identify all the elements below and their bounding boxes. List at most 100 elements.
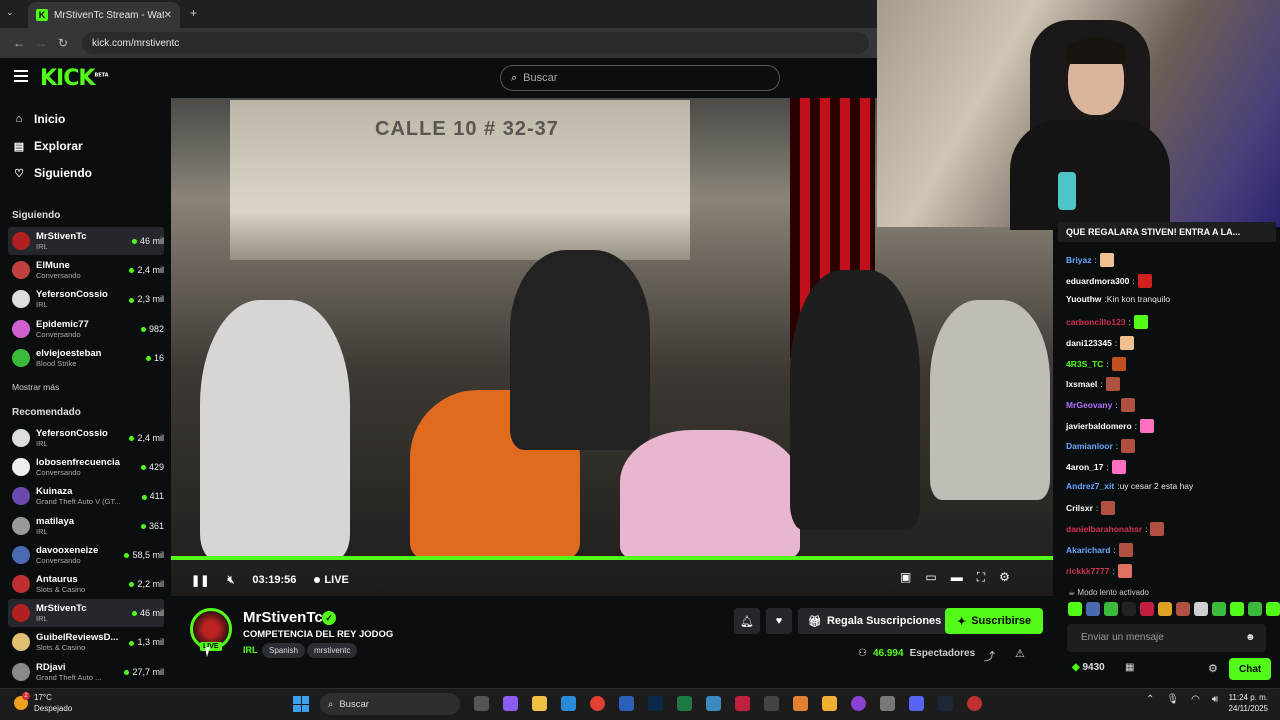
channel-item[interactable]: MrStivenTc IRL 46 mil <box>8 227 164 255</box>
gift-subs-button[interactable]: 🎁︎ Regala Suscripciones <box>798 608 952 634</box>
emoji-icon[interactable]: ☻ <box>1245 632 1256 643</box>
wifi-icon[interactable]: ◠ <box>1191 694 1200 705</box>
app-icon[interactable] <box>851 696 866 711</box>
windows-start-icon[interactable] <box>293 696 309 712</box>
app-icon[interactable] <box>735 696 750 711</box>
tab-list-icon[interactable]: ⌄ <box>6 7 14 18</box>
browser-tab[interactable]: K MrStivenTc Stream - Watch ✕ <box>28 2 180 28</box>
emote-icon[interactable] <box>1212 602 1226 616</box>
chat-username[interactable]: MrGeovany <box>1066 400 1112 410</box>
back-icon[interactable]: ← <box>8 36 30 50</box>
nav-explorar[interactable]: ▤ Explorar <box>12 139 83 153</box>
emote-icon[interactable] <box>1194 602 1208 616</box>
chat-username[interactable]: lxsmael <box>1066 379 1097 389</box>
search-input[interactable]: ⌕ Buscar <box>500 65 780 91</box>
store-app-icon[interactable] <box>764 696 779 711</box>
chat-username[interactable]: Andrez7_xit <box>1066 481 1114 491</box>
channel-item[interactable]: Kuinaza Grand Theft Auto V (GT... 411 <box>8 482 164 510</box>
nav-siguiendo[interactable]: ♡ Siguiendo <box>12 166 92 180</box>
store-icon[interactable]: ▦ <box>1125 662 1134 673</box>
chat-username[interactable]: Damianloor <box>1066 441 1113 451</box>
channel-item[interactable]: matilaya IRL 361 <box>8 512 164 540</box>
nav-inicio[interactable]: ⌂ Inicio <box>12 112 66 126</box>
tag-channel[interactable]: mrstiventc <box>307 643 358 658</box>
pause-icon[interactable]: ❚❚ <box>191 574 209 587</box>
taskbar-search[interactable]: ⌕ Buscar <box>320 693 460 715</box>
chat-username[interactable]: danielbarahonahsr <box>1066 524 1142 534</box>
notification-bell-icon[interactable]: 🔔︎ <box>734 608 760 634</box>
emote-icon[interactable] <box>1176 602 1190 616</box>
tag-language[interactable]: Spanish <box>262 643 305 658</box>
chevron-up-icon[interactable]: ⌃ <box>1146 694 1154 705</box>
channel-item[interactable]: RDjavi Grand Theft Auto ... 27,7 mil <box>8 658 164 686</box>
subscribe-button[interactable]: ✦ Suscribirse <box>945 608 1044 634</box>
channel-item[interactable]: YefersonCossio IRL 2,4 mil <box>8 424 164 452</box>
channel-item[interactable]: davooxeneize Conversando 58,5 mil <box>8 541 164 569</box>
new-tab-icon[interactable]: + <box>190 6 197 20</box>
emote-icon[interactable] <box>1158 602 1172 616</box>
show-more-link[interactable]: Mostrar más <box>12 382 59 392</box>
video-progress-bar[interactable] <box>171 556 1053 560</box>
clip-icon[interactable]: ▭ <box>925 570 936 585</box>
pinned-message[interactable]: QUE REGALARA STIVEN! ENTRA A LA... <box>1058 222 1276 242</box>
app-icon[interactable] <box>880 696 895 711</box>
file-explorer-icon[interactable] <box>532 696 547 711</box>
excel-icon[interactable] <box>677 696 692 711</box>
app-icon[interactable] <box>967 696 982 711</box>
fullscreen-icon[interactable]: ⛶ <box>977 570 985 585</box>
volume-icon[interactable]: 🔊︎ <box>1212 694 1218 705</box>
task-view-icon[interactable] <box>474 696 489 711</box>
stream-category[interactable]: IRL <box>243 645 258 655</box>
clock[interactable]: 11:24 p. m. 24/11/2025 <box>1222 692 1268 714</box>
theater-icon[interactable]: ▬ <box>951 570 963 585</box>
emote-icon[interactable] <box>1248 602 1262 616</box>
chrome-icon[interactable] <box>590 696 605 711</box>
channel-item[interactable]: ElMune Conversando 2,4 mil <box>8 256 164 284</box>
chat-username[interactable]: carboncillo123 <box>1066 317 1126 327</box>
follow-heart-icon[interactable]: ♥ <box>766 608 792 634</box>
app-icon[interactable] <box>706 696 721 711</box>
channel-item[interactable]: elviejoesteban Blood Strike 16 <box>8 344 164 372</box>
steam-icon[interactable] <box>938 696 953 711</box>
channel-points[interactable]: ◆ 9430 <box>1072 662 1105 673</box>
blender-icon[interactable] <box>793 696 808 711</box>
emote-icon[interactable] <box>1086 602 1100 616</box>
microphone-icon[interactable]: 🎙︎ <box>1166 694 1179 705</box>
chat-username[interactable]: rickkk7777 <box>1066 566 1110 576</box>
emote-icon[interactable] <box>1140 602 1154 616</box>
chat-username[interactable]: Yuouthw <box>1066 294 1101 304</box>
url-field[interactable]: kick.com/mrstiventc <box>82 32 869 54</box>
channel-item[interactable]: lobosenfrecuencia Conversando 429 <box>8 453 164 481</box>
pip-icon[interactable]: ▣ <box>900 570 911 585</box>
chat-settings-icon[interactable]: ⚙ <box>1208 662 1218 675</box>
edge-icon[interactable] <box>561 696 576 711</box>
chat-username[interactable]: Crilsxr <box>1066 503 1093 513</box>
chat-input[interactable]: Enviar un mensaje <box>1067 624 1266 652</box>
chat-username[interactable]: javierbaldomero <box>1066 421 1132 431</box>
gear-icon[interactable]: ⚙ <box>999 570 1010 585</box>
chat-username[interactable]: eduardmora300 <box>1066 276 1129 286</box>
app-icon[interactable] <box>822 696 837 711</box>
photoshop-icon[interactable] <box>648 696 663 711</box>
emote-icon[interactable] <box>1104 602 1118 616</box>
chat-username[interactable]: dani123345 <box>1066 338 1112 348</box>
chat-username[interactable]: Briyaz <box>1066 255 1092 265</box>
copilot-icon[interactable] <box>503 696 518 711</box>
channel-item[interactable]: Antaurus Slots & Casino 2,2 mil <box>8 570 164 598</box>
channel-item[interactable]: Epidemic77 Conversando 982 <box>8 315 164 343</box>
forward-icon[interactable]: → <box>30 36 52 50</box>
chat-username[interactable]: 4R3S_TC <box>1066 359 1103 369</box>
kick-logo[interactable]: KICKBETA <box>40 66 109 91</box>
word-icon[interactable] <box>619 696 634 711</box>
emote-icon[interactable] <box>1068 602 1082 616</box>
tab-close-icon[interactable]: ✕ <box>164 10 172 21</box>
emote-icon[interactable] <box>1230 602 1244 616</box>
emote-icon[interactable] <box>1122 602 1136 616</box>
streamer-name[interactable]: MrStivenTc <box>243 609 323 626</box>
mute-icon[interactable]: 🔇︎ <box>227 574 234 587</box>
emote-icon[interactable] <box>1266 602 1280 616</box>
report-icon[interactable]: ⚠ <box>1015 647 1025 660</box>
chat-send-button[interactable]: Chat <box>1229 658 1272 680</box>
channel-item[interactable]: GuibelReviewsD... Slots & Casino 1,3 mil <box>8 628 164 656</box>
reload-icon[interactable]: ↻ <box>52 36 74 50</box>
